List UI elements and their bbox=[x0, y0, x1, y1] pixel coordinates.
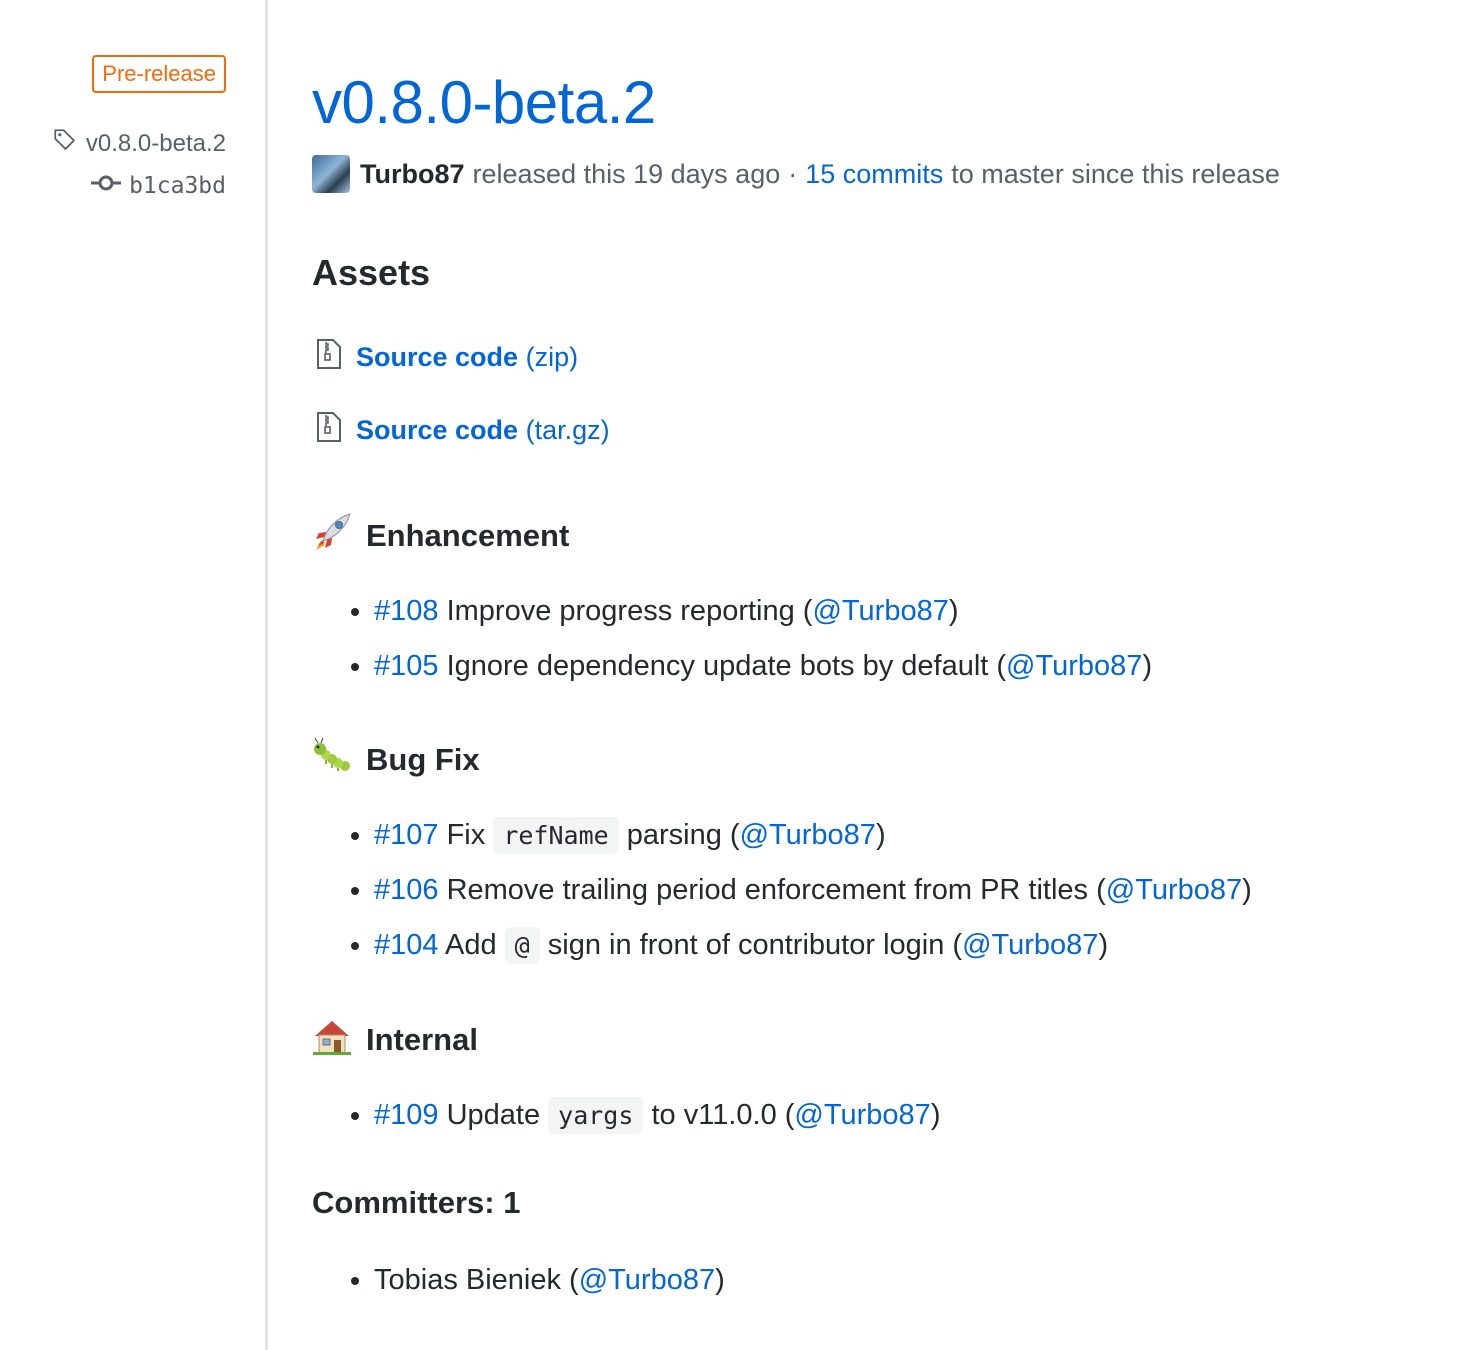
item-text: Improve progress reporting ( bbox=[446, 595, 813, 627]
committers-title: Committers: 1 bbox=[312, 1185, 521, 1220]
commit-sha: b1ca3bd bbox=[129, 173, 226, 199]
released-text: released this 19 days ago bbox=[472, 158, 781, 189]
release-title-link[interactable]: v0.8.0-beta.2 bbox=[312, 69, 656, 136]
item-text-end: ) bbox=[1098, 929, 1109, 961]
pr-link[interactable]: #105 bbox=[374, 650, 439, 682]
user-link[interactable]: @Turbo87 bbox=[579, 1264, 715, 1296]
item-text-end: ) bbox=[948, 595, 959, 627]
pr-link[interactable]: #106 bbox=[374, 874, 439, 906]
asset-targz-label: Source code bbox=[356, 415, 519, 445]
inline-code: refName bbox=[493, 817, 619, 854]
asset-zip-label: Source code bbox=[356, 342, 519, 372]
list-item: #104 Add @ sign in front of contributor … bbox=[374, 924, 1252, 979]
asset-targz[interactable]: Source code (tar.gz) bbox=[316, 411, 610, 450]
pr-link[interactable]: #104 bbox=[374, 929, 439, 961]
item-text: Add bbox=[444, 929, 497, 961]
bug-icon bbox=[312, 736, 352, 784]
pr-link[interactable]: #108 bbox=[374, 595, 439, 627]
list-item: #106 Remove trailing period enforcement … bbox=[374, 869, 1252, 924]
author-link[interactable]: Turbo87 bbox=[360, 159, 465, 190]
assets-heading: Assets bbox=[312, 252, 431, 293]
pr-link[interactable]: #107 bbox=[374, 819, 439, 851]
commits-suffix: to master since this release bbox=[951, 158, 1280, 189]
tag-link[interactable]: v0.8.0-beta.2 bbox=[52, 127, 226, 160]
item-text-end: ) bbox=[875, 819, 886, 851]
enhancement-heading: Enhancement bbox=[312, 512, 569, 560]
list-item: #109 Update yargs to v11.0.0 (@Turbo87) bbox=[374, 1094, 940, 1149]
user-link[interactable]: @Turbo87 bbox=[794, 1099, 930, 1131]
user-link[interactable]: @Turbo87 bbox=[812, 595, 948, 627]
committers-heading: Committers: 1 bbox=[312, 1185, 520, 1221]
release-meta: Turbo87 released this 19 days ago · 15 c… bbox=[312, 155, 1280, 193]
list-item: #107 Fix refName parsing (@Turbo87) bbox=[374, 814, 1252, 869]
list-item: #105 Ignore dependency update bots by de… bbox=[374, 645, 1152, 700]
item-text-end: ) bbox=[930, 1099, 941, 1131]
internal-list: #109 Update yargs to v11.0.0 (@Turbo87) bbox=[340, 1094, 940, 1149]
item-text: Fix bbox=[446, 819, 486, 851]
committer-name: Tobias Bieniek ( bbox=[374, 1264, 579, 1296]
enhancement-list: #108 Improve progress reporting (@Turbo8… bbox=[340, 590, 1152, 700]
item-text-mid: parsing ( bbox=[626, 819, 740, 851]
meta-separator: · bbox=[788, 158, 798, 189]
asset-targz-ext: (tar.gz) bbox=[525, 415, 610, 445]
item-text-end: ) bbox=[1142, 650, 1153, 682]
committers-list: Tobias Bieniek (@Turbo87) bbox=[340, 1259, 725, 1314]
commits-link[interactable]: 15 commits bbox=[805, 159, 943, 190]
release-sidebar: Pre-release v0.8.0-beta.2 b1ca3bd bbox=[0, 0, 268, 1350]
zip-file-icon bbox=[316, 411, 342, 450]
item-text: Remove trailing period enforcement from … bbox=[446, 874, 1106, 906]
house-icon bbox=[312, 1016, 352, 1064]
item-text-end: ) bbox=[715, 1264, 725, 1296]
item-text: Ignore dependency update bots by default… bbox=[446, 650, 1007, 682]
avatar[interactable] bbox=[312, 155, 350, 193]
release-title[interactable]: v0.8.0-beta.2 bbox=[312, 68, 656, 138]
item-text-mid: sign in front of contributor login ( bbox=[547, 929, 963, 961]
rocket-icon bbox=[312, 512, 352, 560]
zip-file-icon bbox=[316, 338, 342, 377]
pr-link[interactable]: #109 bbox=[374, 1099, 439, 1131]
list-item: #108 Improve progress reporting (@Turbo8… bbox=[374, 590, 1152, 645]
item-text-end: ) bbox=[1242, 874, 1252, 906]
item-text-mid: to v11.0.0 ( bbox=[651, 1099, 795, 1131]
bugfix-list: #107 Fix refName parsing (@Turbo87) #106… bbox=[340, 814, 1252, 979]
user-link[interactable]: @Turbo87 bbox=[1006, 650, 1142, 682]
tag-icon bbox=[52, 127, 78, 160]
user-link[interactable]: @Turbo87 bbox=[740, 819, 876, 851]
asset-zip-ext: (zip) bbox=[525, 342, 579, 372]
tag-label: v0.8.0-beta.2 bbox=[85, 129, 226, 157]
bugfix-heading: Bug Fix bbox=[312, 736, 480, 784]
enhancement-title: Enhancement bbox=[366, 518, 570, 553]
list-item: Tobias Bieniek (@Turbo87) bbox=[374, 1259, 725, 1314]
user-link[interactable]: @Turbo87 bbox=[1106, 874, 1242, 906]
inline-code: @ bbox=[504, 927, 540, 964]
asset-zip[interactable]: Source code (zip) bbox=[316, 338, 578, 377]
commit-link[interactable]: b1ca3bd bbox=[91, 173, 226, 199]
internal-title: Internal bbox=[366, 1022, 478, 1057]
inline-code: yargs bbox=[548, 1097, 644, 1134]
user-link[interactable]: @Turbo87 bbox=[962, 929, 1098, 961]
pre-release-badge: Pre-release bbox=[92, 55, 226, 93]
bugfix-title: Bug Fix bbox=[366, 742, 480, 777]
item-text: Update bbox=[446, 1099, 541, 1131]
commit-icon bbox=[91, 173, 122, 199]
internal-heading: Internal bbox=[312, 1016, 478, 1064]
